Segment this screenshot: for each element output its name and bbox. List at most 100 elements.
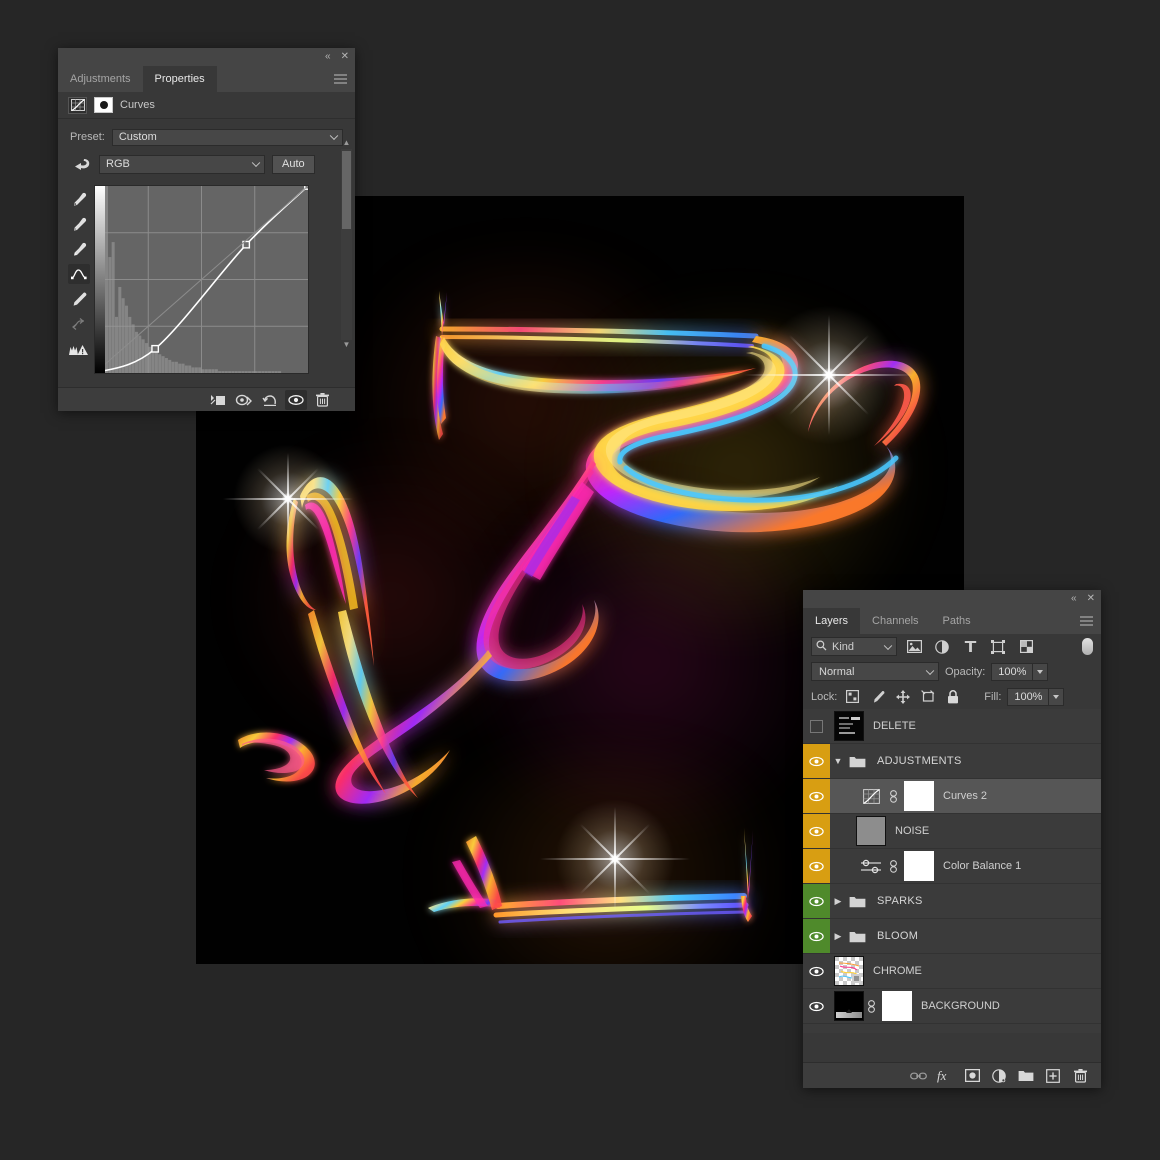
opacity-stepper[interactable] bbox=[1033, 663, 1048, 681]
lock-image-pixels-icon[interactable] bbox=[868, 688, 887, 706]
collapse-icon[interactable]: « bbox=[325, 52, 331, 62]
layer-row[interactable]: BACKGROUND bbox=[803, 989, 1101, 1024]
new-layer-button[interactable] bbox=[1044, 1067, 1062, 1085]
layer-row-body[interactable]: Curves 2 bbox=[830, 779, 1101, 813]
filter-shape-layers-icon[interactable] bbox=[987, 637, 1009, 657]
scroll-down-icon[interactable]: ▼ bbox=[341, 340, 352, 351]
pencil-draw-curve-icon[interactable] bbox=[68, 289, 90, 309]
layer-row-body[interactable]: NOISE bbox=[830, 814, 1101, 848]
tab-adjustments[interactable]: Adjustments bbox=[58, 66, 143, 92]
white-point-eyedropper-icon[interactable] bbox=[68, 239, 90, 259]
layers-panel[interactable]: « ✕ Layers Channels Paths Kind bbox=[803, 590, 1101, 1088]
group-disclosure-toggle[interactable]: ▼ bbox=[830, 756, 846, 766]
filter-smart-object-icon[interactable] bbox=[1015, 637, 1037, 657]
smooth-curve-icon[interactable] bbox=[68, 314, 90, 334]
opacity-input[interactable]: 100% bbox=[991, 663, 1033, 681]
tab-layers[interactable]: Layers bbox=[803, 608, 860, 634]
link-layers-button[interactable] bbox=[909, 1067, 927, 1085]
layer-row[interactable]: Curves 2 bbox=[803, 779, 1101, 814]
black-point-eyedropper-icon[interactable] bbox=[68, 189, 90, 209]
layer-row-body[interactable]: CHROME bbox=[830, 954, 1101, 988]
mask-link-icon[interactable] bbox=[886, 790, 900, 803]
new-adjustment-layer-button[interactable] bbox=[990, 1067, 1008, 1085]
close-icon[interactable]: ✕ bbox=[341, 52, 349, 62]
tab-paths[interactable]: Paths bbox=[931, 608, 983, 634]
channel-select[interactable]: RGB bbox=[99, 155, 265, 174]
group-disclosure-toggle[interactable]: ▶ bbox=[830, 931, 846, 942]
delete-adjustment-button[interactable] bbox=[311, 390, 333, 410]
close-icon[interactable]: ✕ bbox=[1087, 594, 1095, 604]
panel-menu-icon[interactable] bbox=[1080, 617, 1093, 626]
layer-thumbnail[interactable] bbox=[834, 711, 864, 741]
blend-mode-select[interactable]: Normal bbox=[811, 662, 939, 681]
layer-mask-thumbnail[interactable] bbox=[94, 97, 113, 113]
toggle-previous-state-button[interactable] bbox=[233, 390, 255, 410]
scrollbar-thumb[interactable] bbox=[342, 151, 351, 229]
layer-row[interactable]: DELETE bbox=[803, 709, 1101, 744]
group-disclosure-toggle[interactable]: ▶ bbox=[830, 896, 846, 907]
layer-visibility-toggle[interactable] bbox=[803, 744, 830, 778]
layer-row[interactable]: ▶BLOOM bbox=[803, 919, 1101, 954]
filter-type-layers-icon[interactable] bbox=[959, 637, 981, 657]
properties-scrollbar[interactable]: ▲ ▼ bbox=[341, 149, 352, 340]
clipping-warning-icon[interactable] bbox=[68, 339, 90, 359]
layer-visibility-toggle[interactable] bbox=[803, 884, 830, 918]
layer-visibility-toggle[interactable] bbox=[803, 989, 830, 1023]
layer-row-body[interactable]: Color Balance 1 bbox=[830, 849, 1101, 883]
fill-input[interactable]: 100% bbox=[1007, 688, 1049, 706]
properties-panel[interactable]: « ✕ Adjustments Properties Curves bbox=[58, 48, 355, 411]
delete-layer-button[interactable] bbox=[1071, 1067, 1089, 1085]
new-group-button[interactable] bbox=[1017, 1067, 1035, 1085]
layer-mask-thumbnail[interactable] bbox=[904, 851, 934, 881]
lock-all-icon[interactable] bbox=[943, 688, 962, 706]
layer-mask-thumbnail[interactable] bbox=[882, 991, 912, 1021]
layer-row-body[interactable]: ▶BLOOM bbox=[830, 919, 1101, 953]
mask-link-icon[interactable] bbox=[864, 1000, 878, 1013]
clip-to-layer-button[interactable] bbox=[207, 390, 229, 410]
preset-select[interactable]: Custom bbox=[112, 129, 343, 146]
filter-adjustment-layers-icon[interactable] bbox=[931, 637, 953, 657]
tab-properties[interactable]: Properties bbox=[143, 66, 217, 92]
layer-row[interactable]: NOISE bbox=[803, 814, 1101, 849]
layer-row[interactable]: ▶SPARKS bbox=[803, 884, 1101, 919]
gray-point-eyedropper-icon[interactable] bbox=[68, 214, 90, 234]
lock-position-icon[interactable] bbox=[893, 688, 912, 706]
layer-style-button[interactable]: fx bbox=[936, 1067, 954, 1085]
mask-link-icon[interactable] bbox=[886, 860, 900, 873]
layer-row-body[interactable]: ▶SPARKS bbox=[830, 884, 1101, 918]
layer-row-body[interactable]: DELETE bbox=[830, 709, 1101, 743]
layer-thumbnail[interactable] bbox=[834, 991, 864, 1021]
layer-visibility-toggle[interactable] bbox=[803, 954, 830, 988]
layer-mask-thumbnail[interactable] bbox=[904, 781, 934, 811]
toggle-layer-visibility-button[interactable] bbox=[285, 390, 307, 410]
layer-visibility-toggle[interactable] bbox=[803, 849, 830, 883]
layer-visibility-toggle[interactable] bbox=[803, 779, 830, 813]
layer-row-body[interactable]: ▼ADJUSTMENTS bbox=[830, 744, 1101, 778]
layer-list[interactable]: DELETE▼ADJUSTMENTSCurves 2NOISEColor Bal… bbox=[803, 709, 1101, 1033]
reset-adjustment-button[interactable] bbox=[259, 390, 281, 410]
scroll-up-icon[interactable]: ▲ bbox=[341, 138, 352, 149]
collapse-icon[interactable]: « bbox=[1071, 594, 1077, 604]
layer-row[interactable]: Color Balance 1 bbox=[803, 849, 1101, 884]
layer-visibility-toggle[interactable] bbox=[803, 709, 830, 743]
tab-channels[interactable]: Channels bbox=[860, 608, 930, 634]
auto-button[interactable]: Auto bbox=[272, 155, 315, 174]
filter-enable-toggle[interactable] bbox=[1082, 638, 1093, 655]
filter-pixel-layers-icon[interactable] bbox=[903, 637, 925, 657]
layer-thumbnail[interactable] bbox=[834, 956, 864, 986]
layer-row[interactable]: ▼ADJUSTMENTS bbox=[803, 744, 1101, 779]
layer-visibility-toggle[interactable] bbox=[803, 919, 830, 953]
layer-thumbnail[interactable] bbox=[856, 816, 886, 846]
curve-graph[interactable] bbox=[94, 185, 309, 374]
fill-stepper[interactable] bbox=[1049, 688, 1064, 706]
layer-row-body[interactable]: BACKGROUND bbox=[830, 989, 1101, 1023]
add-layer-mask-button[interactable] bbox=[963, 1067, 981, 1085]
targeted-adjustment-icon[interactable] bbox=[70, 154, 92, 174]
filter-kind-select[interactable]: Kind bbox=[811, 637, 897, 656]
layer-visibility-toggle[interactable] bbox=[803, 814, 830, 848]
lock-artboard-nesting-icon[interactable] bbox=[918, 688, 937, 706]
layer-row[interactable]: CHROME bbox=[803, 954, 1101, 989]
panel-menu-icon[interactable] bbox=[334, 75, 347, 84]
lock-transparent-pixels-icon[interactable] bbox=[843, 688, 862, 706]
curve-point-tool-icon[interactable] bbox=[68, 264, 90, 284]
